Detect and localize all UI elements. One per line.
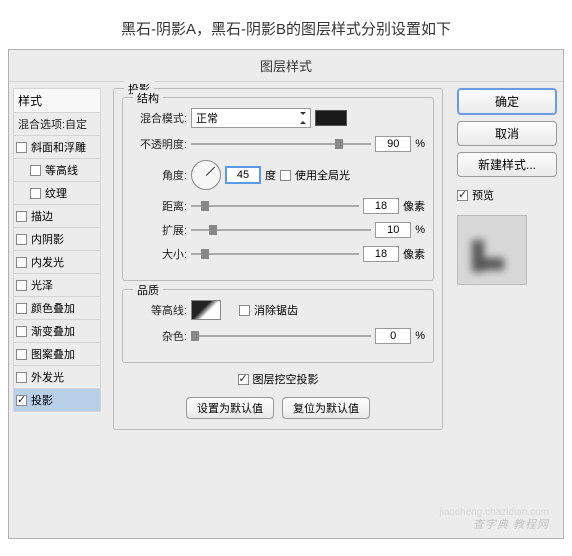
- styles-header[interactable]: 样式: [13, 88, 101, 113]
- angle-unit: 度: [265, 167, 276, 183]
- noise-label: 杂色:: [131, 328, 187, 344]
- sidebar-label-9: 图案叠加: [31, 346, 75, 362]
- styles-sidebar: 样式 混合选项:自定 斜面和浮雕等高线纹理描边内阴影内发光光泽颜色叠加渐变叠加图…: [9, 82, 105, 537]
- spread-label: 扩展:: [131, 222, 187, 238]
- sidebar-label-11: 投影: [31, 392, 53, 408]
- sidebar-label-5: 内发光: [31, 254, 64, 270]
- size-slider[interactable]: [191, 247, 359, 261]
- angle-dial[interactable]: [191, 160, 221, 190]
- noise-slider[interactable]: [191, 329, 371, 343]
- header-text: 黑石-阴影A，黑石-阴影B的图层样式分别设置如下: [0, 0, 572, 49]
- sidebar-checkbox-3[interactable]: [16, 211, 27, 222]
- size-input[interactable]: 18: [363, 246, 399, 262]
- angle-label: 角度:: [131, 167, 187, 183]
- sidebar-item-4[interactable]: 内阴影: [13, 228, 101, 251]
- sidebar-label-8: 渐变叠加: [31, 323, 75, 339]
- drop-shadow-section: 投影 结构 混合模式: 正常 不透明度: 90 %: [113, 88, 443, 430]
- distance-input[interactable]: 18: [363, 198, 399, 214]
- color-swatch[interactable]: [315, 110, 347, 126]
- sidebar-label-7: 颜色叠加: [31, 300, 75, 316]
- opacity-unit: %: [415, 138, 425, 150]
- antialias-label: 消除锯齿: [254, 302, 298, 318]
- noise-input[interactable]: 0: [375, 328, 411, 344]
- global-light-label: 使用全局光: [295, 167, 350, 183]
- sidebar-checkbox-0[interactable]: [16, 142, 27, 153]
- sidebar-checkbox-6[interactable]: [16, 280, 27, 291]
- sidebar-item-11[interactable]: 投影: [13, 389, 101, 412]
- sidebar-checkbox-5[interactable]: [16, 257, 27, 268]
- global-light-checkbox[interactable]: [280, 170, 291, 181]
- sidebar-checkbox-1[interactable]: [30, 165, 41, 176]
- blend-mode-label: 混合模式:: [131, 110, 187, 126]
- contour-picker[interactable]: [191, 300, 221, 320]
- opacity-slider[interactable]: [191, 137, 371, 151]
- watermark: 查字典 教程网: [473, 516, 549, 532]
- new-style-button[interactable]: 新建样式...: [457, 152, 557, 177]
- size-unit: 像素: [403, 246, 425, 262]
- spread-slider[interactable]: [191, 223, 371, 237]
- sidebar-label-2: 纹理: [45, 185, 67, 201]
- noise-unit: %: [415, 330, 425, 342]
- preview-box: [457, 215, 527, 285]
- quality-title: 品质: [133, 282, 163, 298]
- knockout-label: 图层挖空投影: [253, 371, 319, 387]
- sidebar-item-6[interactable]: 光泽: [13, 274, 101, 297]
- sidebar-checkbox-11[interactable]: [16, 395, 27, 406]
- sidebar-item-10[interactable]: 外发光: [13, 366, 101, 389]
- distance-unit: 像素: [403, 198, 425, 214]
- angle-input[interactable]: 45: [225, 166, 261, 184]
- size-label: 大小:: [131, 246, 187, 262]
- sidebar-checkbox-10[interactable]: [16, 372, 27, 383]
- knockout-checkbox[interactable]: [238, 374, 249, 385]
- sidebar-checkbox-7[interactable]: [16, 303, 27, 314]
- sidebar-item-0[interactable]: 斜面和浮雕: [13, 136, 101, 159]
- sidebar-item-8[interactable]: 渐变叠加: [13, 320, 101, 343]
- sidebar-checkbox-2[interactable]: [30, 188, 41, 199]
- structure-title: 结构: [133, 90, 163, 106]
- dialog-title: 图层样式: [9, 50, 563, 82]
- preview-checkbox[interactable]: [457, 190, 468, 201]
- sidebar-label-4: 内阴影: [31, 231, 64, 247]
- cancel-button[interactable]: 取消: [457, 121, 557, 146]
- blend-options[interactable]: 混合选项:自定: [13, 113, 101, 136]
- contour-label: 等高线:: [131, 302, 187, 318]
- spread-unit: %: [415, 224, 425, 236]
- sidebar-label-1: 等高线: [45, 162, 78, 178]
- sidebar-checkbox-4[interactable]: [16, 234, 27, 245]
- sidebar-item-2[interactable]: 纹理: [13, 182, 101, 205]
- preview-label: 预览: [472, 187, 494, 203]
- spread-input[interactable]: 10: [375, 222, 411, 238]
- distance-label: 距离:: [131, 198, 187, 214]
- opacity-label: 不透明度:: [131, 136, 187, 152]
- right-panel: 确定 取消 新建样式... 预览: [451, 82, 563, 537]
- reset-default-button[interactable]: 复位为默认值: [282, 397, 370, 419]
- main-panel: 投影 结构 混合模式: 正常 不透明度: 90 %: [105, 82, 451, 537]
- sidebar-label-6: 光泽: [31, 277, 53, 293]
- sidebar-checkbox-9[interactable]: [16, 349, 27, 360]
- sidebar-item-5[interactable]: 内发光: [13, 251, 101, 274]
- sidebar-item-7[interactable]: 颜色叠加: [13, 297, 101, 320]
- layer-style-dialog: 图层样式 样式 混合选项:自定 斜面和浮雕等高线纹理描边内阴影内发光光泽颜色叠加…: [8, 49, 564, 539]
- sidebar-item-9[interactable]: 图案叠加: [13, 343, 101, 366]
- sidebar-item-3[interactable]: 描边: [13, 205, 101, 228]
- distance-slider[interactable]: [191, 199, 359, 213]
- structure-group: 结构 混合模式: 正常 不透明度: 90 % 角度:: [122, 97, 434, 281]
- quality-group: 品质 等高线: 消除锯齿 杂色: 0 %: [122, 289, 434, 363]
- sidebar-item-1[interactable]: 等高线: [13, 159, 101, 182]
- sidebar-label-10: 外发光: [31, 369, 64, 385]
- antialias-checkbox[interactable]: [239, 305, 250, 316]
- sidebar-label-3: 描边: [31, 208, 53, 224]
- sidebar-label-0: 斜面和浮雕: [31, 139, 86, 155]
- make-default-button[interactable]: 设置为默认值: [186, 397, 274, 419]
- blend-mode-select[interactable]: 正常: [191, 108, 311, 128]
- opacity-input[interactable]: 90: [375, 136, 411, 152]
- sidebar-checkbox-8[interactable]: [16, 326, 27, 337]
- ok-button[interactable]: 确定: [457, 88, 557, 115]
